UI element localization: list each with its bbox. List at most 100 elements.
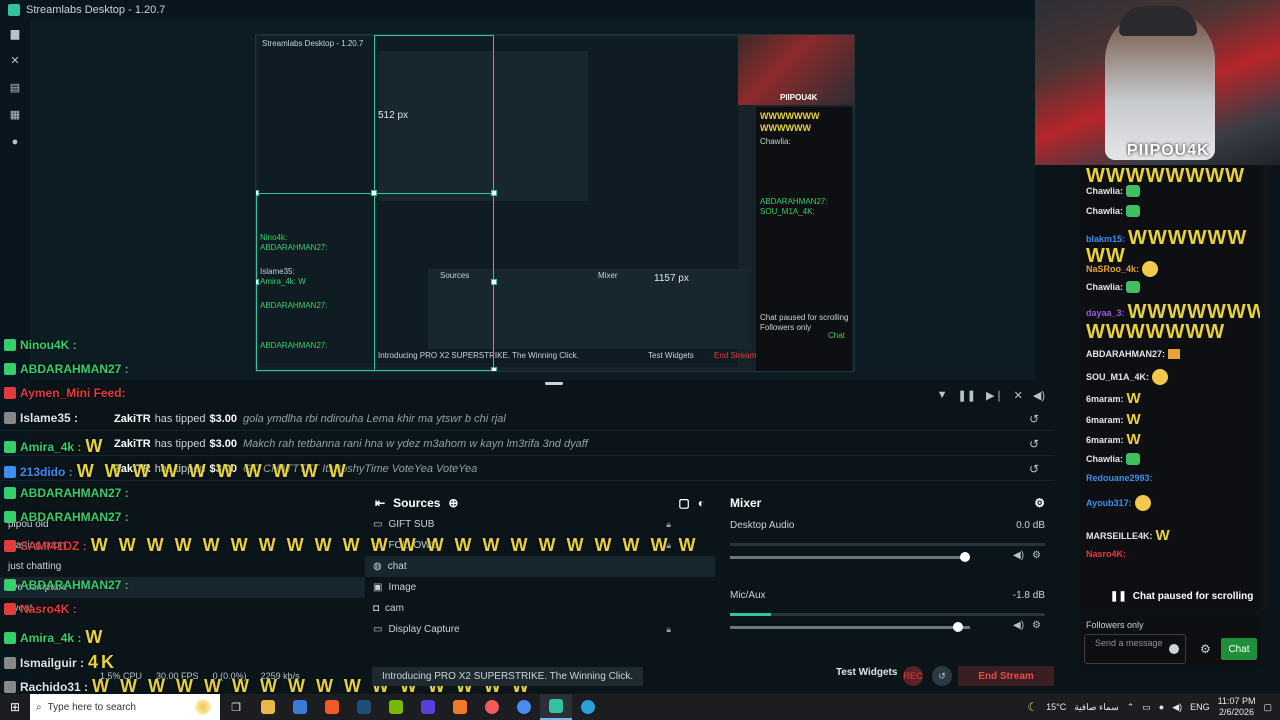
- chat-settings-icon[interactable]: ⚙: [1200, 642, 1211, 656]
- tray-chevron-icon[interactable]: ⌃: [1127, 702, 1135, 713]
- mute-icon[interactable]: ◀): [1013, 550, 1024, 561]
- chat-username[interactable]: Nasro4K:: [1086, 549, 1126, 559]
- pause-icon[interactable]: ❚❚: [958, 389, 976, 402]
- resize-handle[interactable]: [256, 279, 259, 285]
- tools-icon[interactable]: ✕: [0, 47, 30, 74]
- network-icon[interactable]: ▭: [1142, 702, 1151, 713]
- task-view-icon[interactable]: ❐: [220, 694, 252, 720]
- folder-icon[interactable]: ▢: [678, 496, 689, 510]
- chat-username[interactable]: Ayoub317:: [1086, 498, 1132, 508]
- source-icon: ▭: [373, 540, 383, 551]
- end-stream-button[interactable]: End Stream: [958, 666, 1054, 686]
- chat-username[interactable]: 6maram:: [1086, 415, 1124, 425]
- edge-icon[interactable]: [572, 694, 604, 720]
- weather-temp[interactable]: 15°C: [1046, 702, 1066, 712]
- volume-icon[interactable]: ◀): [1033, 389, 1045, 402]
- skip-icon[interactable]: ▶❘: [986, 389, 1004, 402]
- streamlabs-taskbar-icon[interactable]: [540, 694, 572, 720]
- chat-send-button[interactable]: Chat: [1221, 638, 1257, 660]
- app-icon[interactable]: [476, 694, 508, 720]
- source-item[interactable]: ▭ FOLLOWS 🔒︎: [365, 535, 715, 556]
- scene-item[interactable]: just chatting: [0, 556, 385, 577]
- resize-handle[interactable]: [491, 279, 497, 285]
- source-item[interactable]: ◘ cam: [365, 598, 715, 619]
- visibility-icon[interactable]: ◐: [698, 496, 705, 510]
- scene-item[interactable]: event: [0, 598, 385, 619]
- resize-handle[interactable]: [491, 367, 497, 371]
- resize-handle[interactable]: [256, 190, 259, 196]
- lock-icon[interactable]: 🔒︎: [666, 540, 671, 551]
- scene-item-active[interactable]: live campture: [0, 577, 385, 598]
- store-icon[interactable]: ▤: [0, 74, 30, 101]
- taskbar-search[interactable]: ⌕ Type here to search: [30, 694, 220, 720]
- fader-knob[interactable]: [952, 622, 963, 632]
- chat-username[interactable]: 6maram:: [1086, 394, 1124, 404]
- chat-username[interactable]: Redouane2993:: [1086, 473, 1153, 483]
- lock-icon[interactable]: 🔒︎: [666, 624, 671, 635]
- channel-settings-icon[interactable]: ⚙: [1032, 550, 1041, 561]
- replay-icon[interactable]: ↺: [1029, 412, 1039, 426]
- scene-item[interactable]: pipou old: [0, 514, 385, 535]
- mic-icon[interactable]: ●: [1159, 702, 1164, 712]
- selection-box[interactable]: [256, 193, 494, 371]
- chat-username[interactable]: 6maram:: [1086, 435, 1124, 445]
- twitch-chat[interactable]: WWWWWWWW Chawlia: Chawlia: blakm15: WWWWWW WW…: [1080, 165, 1260, 610]
- language-indicator[interactable]: ENG: [1190, 702, 1210, 712]
- replay-icon[interactable]: ↺: [1029, 462, 1039, 476]
- editor-icon[interactable]: ▆: [0, 20, 30, 47]
- stream-preview[interactable]: Streamlabs Desktop - 1.20.7 Sources Mixe…: [255, 34, 855, 372]
- app-icon[interactable]: [412, 694, 444, 720]
- source-item[interactable]: ▭ GIFT SUB 🔒︎: [365, 514, 715, 535]
- chat-username[interactable]: SOU_M1A_4K:: [1086, 372, 1149, 382]
- replay-icon[interactable]: ↺: [1029, 437, 1039, 451]
- volume-fader[interactable]: [730, 552, 970, 562]
- filter-icon[interactable]: ▼: [937, 389, 948, 401]
- recording-icon[interactable]: ●: [0, 128, 30, 155]
- chat-username[interactable]: Chawlia:: [1086, 186, 1123, 196]
- chat-username[interactable]: Chawlia:: [1086, 206, 1123, 216]
- lock-icon[interactable]: 🔒︎: [666, 519, 671, 530]
- nvidia-icon[interactable]: [380, 694, 412, 720]
- app-icon[interactable]: [444, 694, 476, 720]
- chat-username[interactable]: MARSEILLE4K:: [1086, 531, 1153, 541]
- chat-username[interactable]: dayaa_3:: [1086, 308, 1125, 318]
- chat-input[interactable]: Send a message: [1084, 634, 1186, 664]
- mute-icon[interactable]: ◀): [1013, 620, 1024, 631]
- add-source-icon[interactable]: ⊕: [448, 496, 458, 510]
- promo-banner[interactable]: Introducing PRO X2 SUPERSTRIKE. The Winn…: [372, 667, 644, 686]
- channel-settings-icon[interactable]: ⚙: [1032, 620, 1041, 631]
- source-item[interactable]: ▣ Image: [365, 577, 715, 598]
- volume-icon[interactable]: ◀): [1172, 702, 1182, 713]
- source-item-active[interactable]: ◍ chat: [365, 556, 715, 577]
- chrome-icon[interactable]: [508, 694, 540, 720]
- windows-start-icon[interactable]: ⊞: [0, 694, 30, 720]
- resize-handle[interactable]: [491, 190, 497, 196]
- chat-username[interactable]: Chawlia:: [1086, 282, 1123, 292]
- resize-handle[interactable]: [371, 190, 377, 196]
- fader-knob[interactable]: [960, 552, 970, 562]
- weather-desc: سماء صافية: [1074, 701, 1119, 712]
- widgets-icon[interactable]: ▦: [0, 101, 30, 128]
- volume-fader[interactable]: [730, 622, 970, 632]
- notifications-icon[interactable]: ▢: [1263, 702, 1272, 713]
- chat-username[interactable]: ABDARAHMAN27:: [1086, 349, 1165, 359]
- file-explorer-icon[interactable]: [252, 694, 284, 720]
- mute-alerts-icon[interactable]: ✕: [1014, 389, 1023, 402]
- brave-browser-icon[interactable]: [316, 694, 348, 720]
- chat-username[interactable]: blakm15:: [1086, 234, 1125, 244]
- emoji-icon[interactable]: [1169, 644, 1179, 654]
- chat-paused-banner[interactable]: ❚❚ Chat paused for scrolling: [1080, 588, 1260, 604]
- scene-item[interactable]: starting soon: [0, 535, 385, 556]
- steam-icon[interactable]: [348, 694, 380, 720]
- chat-username[interactable]: NaSRoo_4k:: [1086, 264, 1139, 274]
- settings-icon[interactable]: ⚙: [1034, 496, 1045, 510]
- app-icon[interactable]: [284, 694, 316, 720]
- rec-icon[interactable]: REC: [903, 666, 923, 686]
- replay-buffer-icon[interactable]: ↺: [932, 666, 952, 686]
- collapse-icon[interactable]: ⇤: [375, 496, 385, 510]
- chat-username[interactable]: Chawlia:: [1086, 454, 1123, 464]
- source-item[interactable]: ▭ Display Capture 🔒︎: [365, 619, 715, 640]
- clock[interactable]: 11:07 PM 2/6/2026: [1218, 696, 1256, 718]
- chat-scrollbar[interactable]: [1263, 165, 1269, 610]
- test-widgets-button[interactable]: Test Widgets: [836, 667, 897, 678]
